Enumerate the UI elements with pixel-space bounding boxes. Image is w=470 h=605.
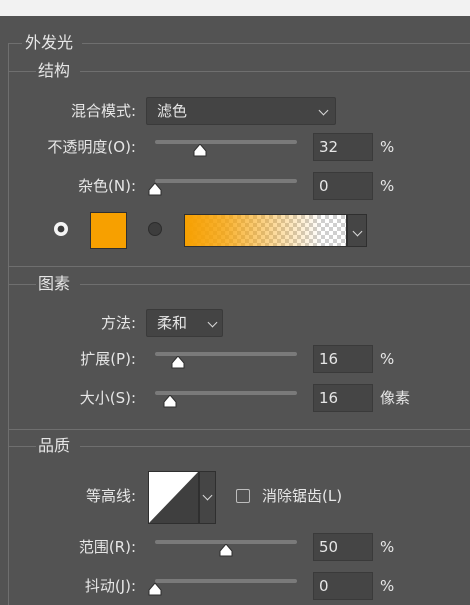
section-border xyxy=(80,284,470,285)
chevron-down-icon xyxy=(318,105,329,116)
antialias-checkbox[interactable] xyxy=(236,489,250,503)
spread-input[interactable]: 16 xyxy=(313,345,373,373)
size-input[interactable]: 16 xyxy=(313,384,373,412)
top-band xyxy=(0,0,470,16)
technique-label: 方法: xyxy=(100,314,136,332)
group-border xyxy=(8,43,9,605)
range-input[interactable]: 50 xyxy=(313,533,373,561)
section-border xyxy=(8,266,470,267)
spread-slider-thumb[interactable] xyxy=(171,356,185,369)
color-radio[interactable] xyxy=(53,221,69,237)
noise-label: 杂色(N): xyxy=(78,177,136,195)
noise-unit: % xyxy=(380,177,395,195)
section-title-structure: 结构 xyxy=(38,61,71,80)
blend-mode-label: 混合模式: xyxy=(70,102,136,120)
group-border xyxy=(8,43,22,44)
noise-slider-track[interactable] xyxy=(155,179,297,183)
section-border xyxy=(80,71,470,72)
section-border xyxy=(80,446,470,447)
jitter-input[interactable]: 0 xyxy=(313,572,373,600)
chevron-down-icon xyxy=(207,317,218,328)
section-border xyxy=(8,71,36,72)
size-slider-thumb[interactable] xyxy=(163,395,177,408)
range-unit: % xyxy=(380,538,395,556)
opacity-slider-thumb[interactable] xyxy=(193,144,207,157)
spread-label: 扩展(P): xyxy=(80,350,136,368)
jitter-slider-track[interactable] xyxy=(155,579,297,583)
jitter-unit: % xyxy=(380,577,395,595)
blend-mode-select[interactable]: 滤色 xyxy=(146,97,336,125)
contour-label: 等高线: xyxy=(85,487,136,505)
blend-mode-value: 滤色 xyxy=(157,102,188,120)
section-border xyxy=(8,429,470,430)
range-slider-thumb[interactable] xyxy=(219,544,233,557)
section-border xyxy=(8,446,36,447)
jitter-slider-thumb[interactable] xyxy=(148,583,162,596)
technique-value: 柔和 xyxy=(157,314,188,332)
spread-unit: % xyxy=(380,350,395,368)
section-title-quality: 品质 xyxy=(38,436,71,455)
jitter-label: 抖动(J): xyxy=(84,577,136,595)
glow-gradient-preview[interactable] xyxy=(184,214,347,247)
chevron-down-icon xyxy=(202,490,213,501)
opacity-input[interactable]: 32 xyxy=(313,133,373,161)
contour-preview[interactable] xyxy=(148,471,199,524)
antialias-label: 消除锯齿(L) xyxy=(262,487,343,505)
gradient-dropdown-button[interactable] xyxy=(347,214,367,247)
technique-select[interactable]: 柔和 xyxy=(146,309,223,337)
chevron-down-icon xyxy=(352,226,363,237)
group-border xyxy=(82,43,470,44)
range-label: 范围(R): xyxy=(78,538,136,556)
panel-title: 外发光 xyxy=(25,33,74,52)
opacity-unit: % xyxy=(380,138,395,156)
section-border xyxy=(8,284,36,285)
noise-input[interactable]: 0 xyxy=(313,172,373,200)
section-title-elements: 图素 xyxy=(38,274,71,293)
noise-slider-thumb[interactable] xyxy=(148,183,162,196)
opacity-label: 不透明度(O): xyxy=(47,138,136,156)
size-unit: 像素 xyxy=(380,389,411,407)
glow-color-swatch[interactable] xyxy=(90,212,127,249)
size-label: 大小(S): xyxy=(79,389,136,407)
gradient-radio[interactable] xyxy=(147,221,163,237)
contour-dropdown-button[interactable] xyxy=(199,471,216,524)
opacity-slider-track[interactable] xyxy=(155,140,297,144)
